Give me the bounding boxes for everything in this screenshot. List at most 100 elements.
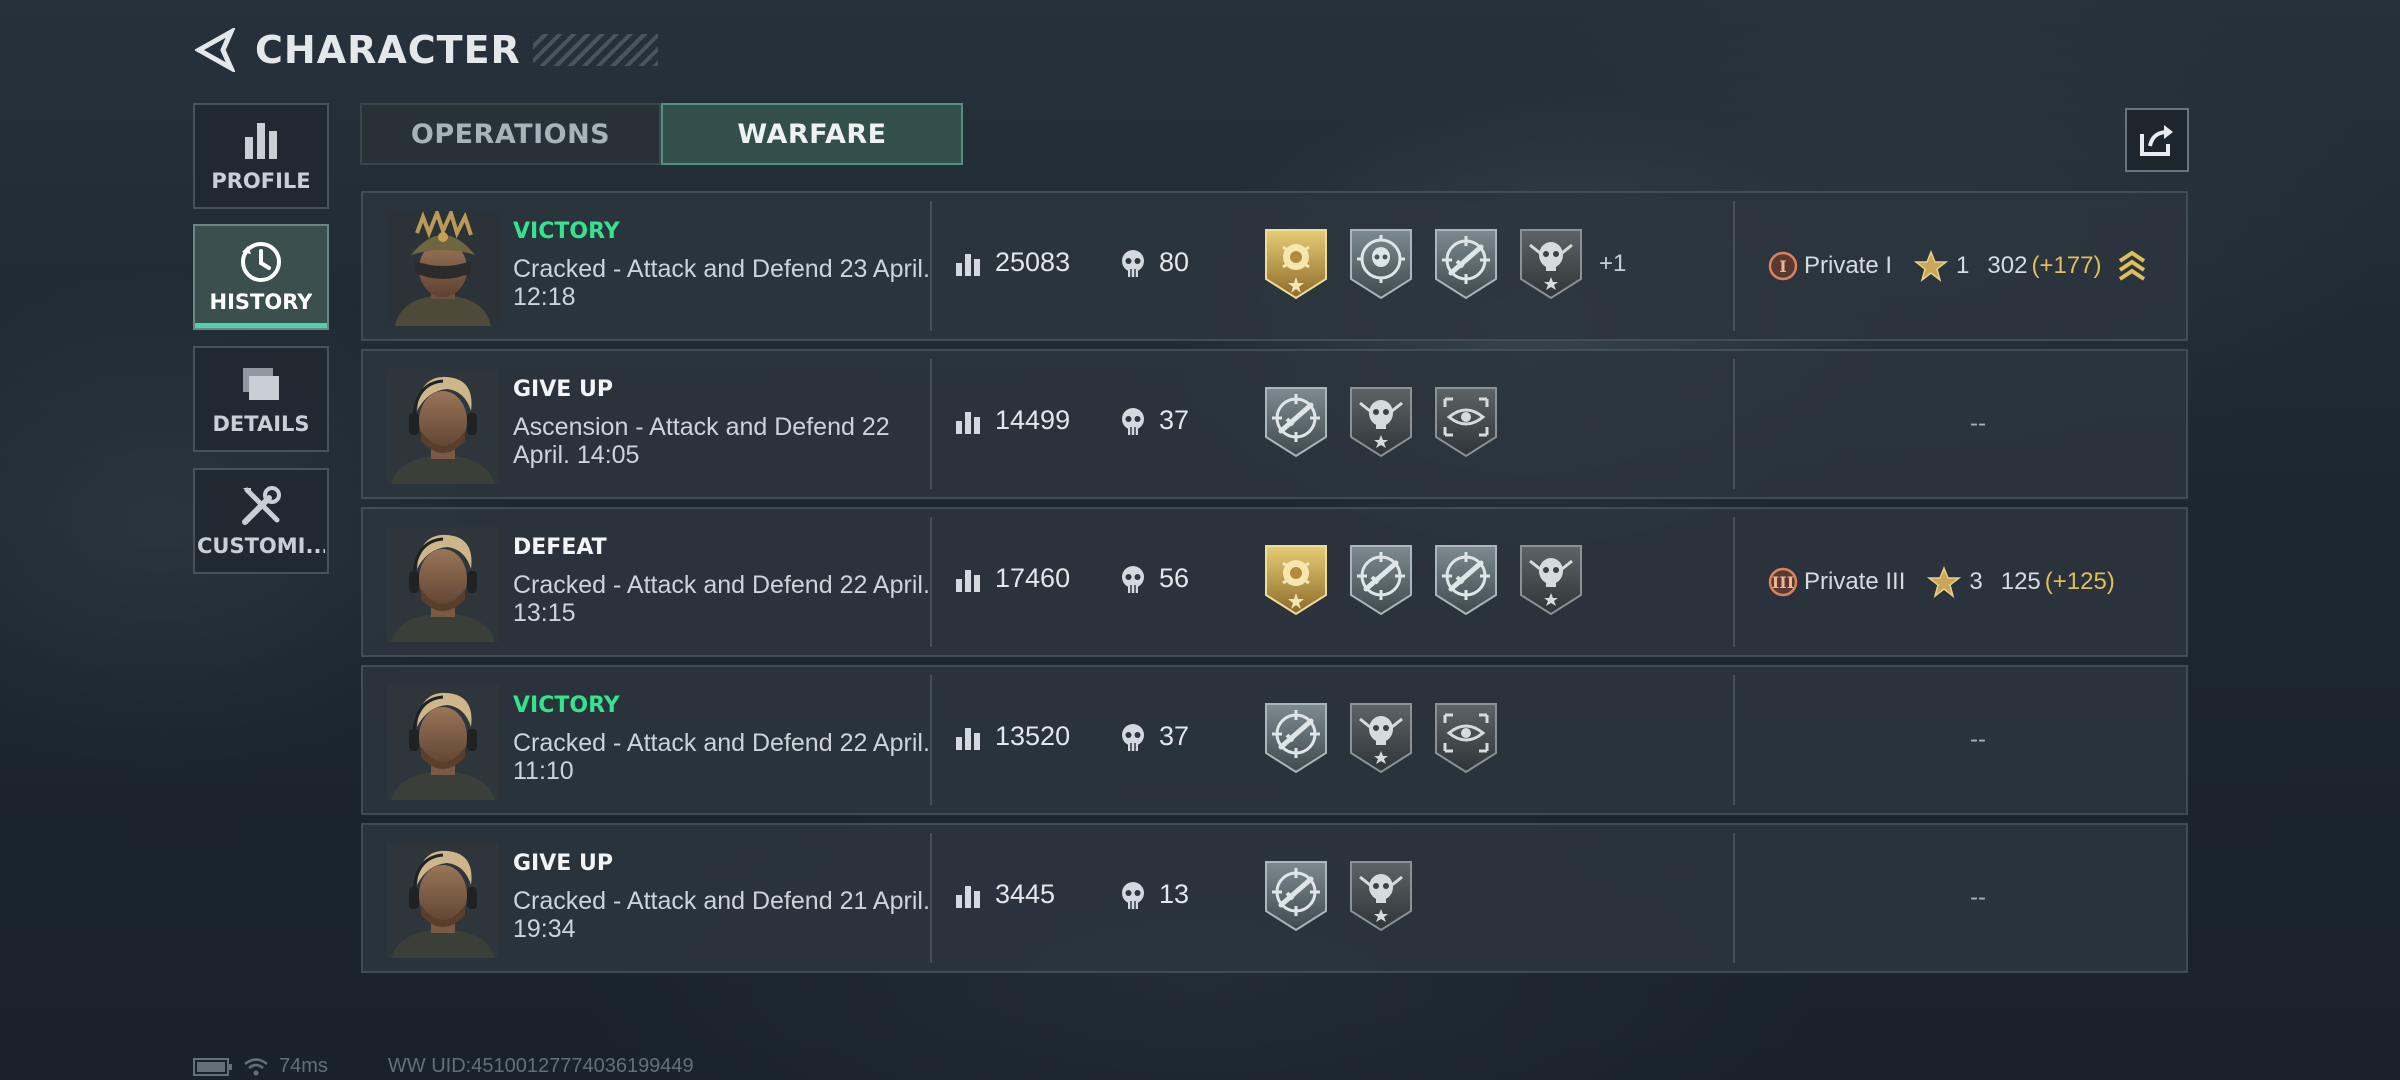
rank-empty: -- (1970, 726, 1986, 753)
rank-stars: 1 (1956, 252, 1970, 279)
match-row[interactable]: GIVE UP Cracked - Attack and Defend 21 A… (361, 823, 2188, 973)
star-icon (1914, 250, 1949, 282)
wifi-icon (244, 1057, 268, 1075)
sidebar-item-profile[interactable]: PROFILE (193, 103, 329, 209)
match-kills: 37 (1159, 405, 1190, 435)
skull-kills-icon (1122, 250, 1144, 277)
crosshair-rifle-icon (1265, 861, 1327, 932)
skull-kills-icon (1122, 566, 1144, 593)
crosshair-rifle-icon (1435, 545, 1497, 616)
rank-points: 125 (2000, 568, 2041, 595)
gold-badge-icon (1265, 229, 1327, 300)
match-description: Cracked - Attack and Defend 22 April. 13… (513, 571, 930, 627)
match-kills: 37 (1159, 721, 1190, 751)
match-score: 17460 (995, 563, 1071, 593)
score-bars-icon (956, 728, 980, 750)
match-row[interactable]: VICTORY Cracked - Attack and Defend 22 A… (361, 665, 2188, 815)
tab-warfare[interactable]: WARFARE (661, 103, 963, 165)
divider (930, 201, 932, 331)
medal-list: +1 (1263, 227, 1626, 301)
crosshair-rifle-icon (1350, 545, 1412, 616)
match-row[interactable]: GIVE UP Ascension - Attack and Defend 22… (361, 349, 2188, 499)
svg-text:III: III (1772, 573, 1794, 592)
divider (930, 517, 932, 647)
medal-list (1263, 859, 1414, 933)
back-arrow-icon[interactable] (195, 28, 235, 72)
divider (930, 675, 932, 805)
match-description: Ascension - Attack and Defend 22 April. … (513, 413, 890, 469)
match-result: DEFEAT (513, 535, 607, 560)
sidebar-item-label: HISTORY (209, 290, 313, 314)
rank-name: Private III (1804, 568, 1906, 595)
ping-readout: 74ms (279, 1055, 328, 1077)
operator-avatar (387, 843, 499, 958)
gold-badge-icon (1265, 545, 1327, 616)
sidebar-item-label: DETAILS (212, 412, 310, 436)
match-description: Cracked - Attack and Defend 21 April. 19… (513, 887, 930, 943)
match-description: Cracked - Attack and Defend 22 April. 11… (513, 729, 930, 785)
match-result: VICTORY (513, 219, 620, 244)
medal-list (1263, 701, 1499, 775)
match-kills: 80 (1159, 247, 1190, 277)
battery-icon (193, 1057, 232, 1076)
match-description: Cracked - Attack and Defend 23 April. 12… (513, 255, 930, 311)
crosshair-rifle-icon (1435, 229, 1497, 300)
score-bars-icon (956, 886, 980, 908)
operator-avatar (387, 685, 499, 800)
sidebar-item-label: CUSTOMI... (197, 534, 325, 558)
match-score: 13520 (995, 721, 1071, 751)
divider (930, 359, 932, 489)
page-title: CHARACTER (255, 28, 521, 72)
tab-operations[interactable]: OPERATIONS (360, 103, 661, 165)
operator-avatar (387, 369, 499, 484)
status-footer: 74ms WW UID:451001277740361994​49 (193, 1055, 694, 1078)
skull-star-icon (1520, 229, 1582, 300)
match-row[interactable]: VICTORY Cracked - Attack and Defend 23 A… (361, 191, 2188, 341)
skull-star-icon (1350, 703, 1412, 774)
share-icon (2140, 125, 2173, 156)
divider (1733, 675, 1735, 805)
title-decoration (532, 34, 658, 66)
rank-name: Private I (1804, 252, 1893, 279)
skull-star-icon (1520, 545, 1582, 616)
divider (1733, 833, 1735, 963)
skull-star-icon (1350, 861, 1412, 932)
page-header: CHARACTER (195, 22, 658, 78)
tools-icon (242, 486, 281, 525)
rank-gain: (+125) (2044, 568, 2115, 595)
score-bars-icon (956, 254, 980, 276)
skull-kills-icon (1122, 724, 1144, 751)
rank-chevron-icon (2119, 250, 2146, 281)
clock-history-icon (241, 242, 281, 282)
share-button[interactable] (2125, 108, 2189, 172)
operator-avatar (387, 527, 499, 642)
match-kills: 13 (1159, 879, 1190, 909)
divider (1733, 359, 1735, 489)
medal-list (1263, 385, 1499, 459)
sidebar-item-history[interactable]: HISTORY (193, 224, 329, 330)
skull-target-icon (1350, 229, 1412, 300)
crosshair-rifle-icon (1265, 703, 1327, 774)
rank-emblem-icon: III (1768, 567, 1798, 597)
sidebar-item-details[interactable]: DETAILS (193, 346, 329, 452)
rank-empty: -- (1970, 884, 1986, 911)
sidebar-item-customize[interactable]: CUSTOMI... (193, 468, 329, 574)
rank-empty: -- (1970, 410, 1986, 437)
medal-list (1263, 543, 1584, 617)
match-score: 14499 (995, 405, 1071, 435)
match-score: 25083 (995, 247, 1071, 277)
rank-points: 302 (1987, 252, 2028, 279)
divider (930, 833, 932, 963)
match-row[interactable]: DEFEAT Cracked - Attack and Defend 22 Ap… (361, 507, 2188, 657)
score-bars-icon (956, 570, 980, 592)
crosshair-rifle-icon (1265, 387, 1327, 458)
divider (1733, 517, 1735, 647)
svg-text:I: I (1779, 257, 1786, 276)
skull-kills-icon (1122, 408, 1144, 435)
rank-gain: (+177) (2031, 252, 2102, 279)
match-result: GIVE UP (513, 851, 613, 876)
match-score: 3445 (995, 879, 1056, 909)
folder-icon (243, 368, 279, 400)
scope-eye-icon (1435, 387, 1497, 458)
operator-avatar (387, 211, 499, 326)
